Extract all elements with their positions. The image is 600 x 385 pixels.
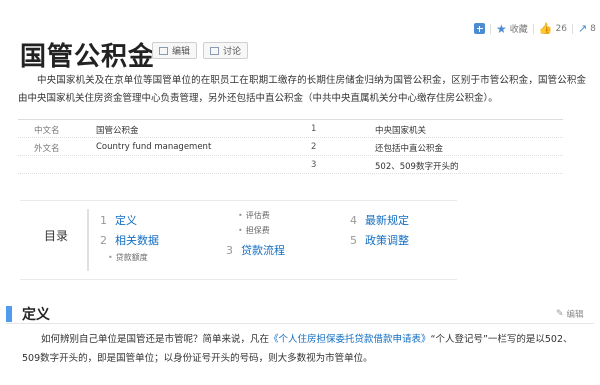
- section-divider: [6, 323, 594, 324]
- discuss-icon: [210, 46, 219, 55]
- toc-item-related-data[interactable]: 2 相关数据: [100, 232, 159, 248]
- infobox-number: 3: [311, 160, 317, 170]
- infobox-text: 502、509数字开头的: [375, 162, 459, 172]
- infobox-value: Country fund management: [96, 142, 212, 152]
- infobox-label: 外文名: [34, 144, 60, 154]
- plus-icon: [474, 23, 485, 34]
- divider: [532, 23, 534, 34]
- discuss-label: 讨论: [223, 47, 242, 57]
- add-button[interactable]: [474, 23, 485, 34]
- discuss-button[interactable]: 讨论: [203, 42, 249, 59]
- thumbs-up-icon: 👍: [538, 22, 553, 35]
- like-count: 26: [555, 23, 567, 34]
- infobox-row: 外文名 Country fund management 2 还包括中直公积金: [18, 138, 563, 156]
- infobox-text: 中央国家机关: [375, 126, 427, 136]
- toc-item-number: 2: [100, 234, 107, 247]
- infobox-number: 2: [311, 142, 317, 152]
- infobox-value: 国管公积金: [96, 126, 139, 136]
- section-marker: [6, 306, 12, 322]
- collect-label: 收藏: [509, 25, 528, 35]
- toc-subitem-loan-limit[interactable]: 贷款额度: [108, 252, 148, 263]
- toc-item-latest-rules[interactable]: 4 最新规定: [350, 212, 409, 228]
- infobox: 中文名 国管公积金 1 中央国家机关 外文名 Country fund mana…: [18, 119, 563, 174]
- share-count: 8: [590, 23, 596, 34]
- infobox-number: 1: [311, 124, 317, 134]
- toc-subitem-guarantee-fee[interactable]: 担保费: [238, 225, 270, 236]
- section-edit-button[interactable]: ✎ 编辑: [556, 308, 584, 320]
- infobox-label: 中文名: [34, 126, 60, 136]
- toc-item-number: 4: [350, 214, 357, 227]
- edit-button[interactable]: 编辑: [152, 42, 198, 59]
- collect-button[interactable]: ★ 收藏: [496, 21, 528, 36]
- section-body: 如何辨别自己单位是国管还是市管呢？简单来说，凡在《个人住房担保委托贷款借款申请表…: [22, 330, 588, 368]
- toc-divider: [87, 209, 89, 271]
- application-form-link[interactable]: 《个人住房担保委托贷款借款申请表》: [269, 334, 431, 345]
- divider: [571, 23, 573, 34]
- page-actions: ★ 收藏 👍 26 ↗ 8: [474, 22, 596, 35]
- table-of-contents: 目录 1 定义 2 相关数据 贷款额度 评估费 担保费 3 贷款流程 4 最新规定 5政…: [20, 200, 457, 280]
- toc-item-number: 5: [350, 234, 357, 247]
- toc-item-label: 政策调整: [365, 234, 409, 247]
- toc-item-loan-process[interactable]: 3 贷款流程: [226, 242, 285, 258]
- star-icon: ★: [496, 21, 507, 36]
- page-title: 国管公积金: [20, 42, 156, 72]
- toc-label: 目录: [44, 229, 69, 243]
- toc-item-label: 定义: [115, 214, 137, 227]
- toc-item-number: 1: [100, 214, 107, 227]
- toc-item-policy-changes[interactable]: 5 政策调整: [350, 232, 409, 248]
- edit-label: 编辑: [172, 47, 191, 57]
- infobox-row: 3 502、509数字开头的: [18, 156, 563, 174]
- summary-paragraph: 中央国家机关及在京单位等国管单位的在职员工在职期工缴存的长期住房储金归纳为国管公…: [18, 75, 586, 104]
- like-button[interactable]: 👍 26: [539, 23, 567, 34]
- infobox-row: 中文名 国管公积金 1 中央国家机关: [18, 120, 563, 138]
- pencil-icon: ✎: [556, 309, 564, 319]
- toc-item-label: 相关数据: [115, 234, 159, 247]
- edit-icon: [159, 46, 168, 55]
- share-button[interactable]: ↗ 8: [578, 23, 596, 34]
- share-icon: ↗: [577, 22, 588, 35]
- toc-item-definition[interactable]: 1 定义: [100, 212, 137, 228]
- section-title: 定义: [22, 307, 50, 323]
- toc-item-number: 3: [226, 244, 233, 257]
- section-edit-label: 编辑: [566, 310, 584, 320]
- body-text: 如何辨别自己单位是国管还是市管呢？简单来说，凡在: [41, 334, 270, 345]
- toc-item-label: 贷款流程: [241, 244, 285, 257]
- infobox-text: 还包括中直公积金: [375, 144, 444, 154]
- toc-item-label: 最新规定: [365, 214, 409, 227]
- divider: [490, 23, 491, 34]
- toc-subitem-appraisal-fee[interactable]: 评估费: [238, 210, 270, 221]
